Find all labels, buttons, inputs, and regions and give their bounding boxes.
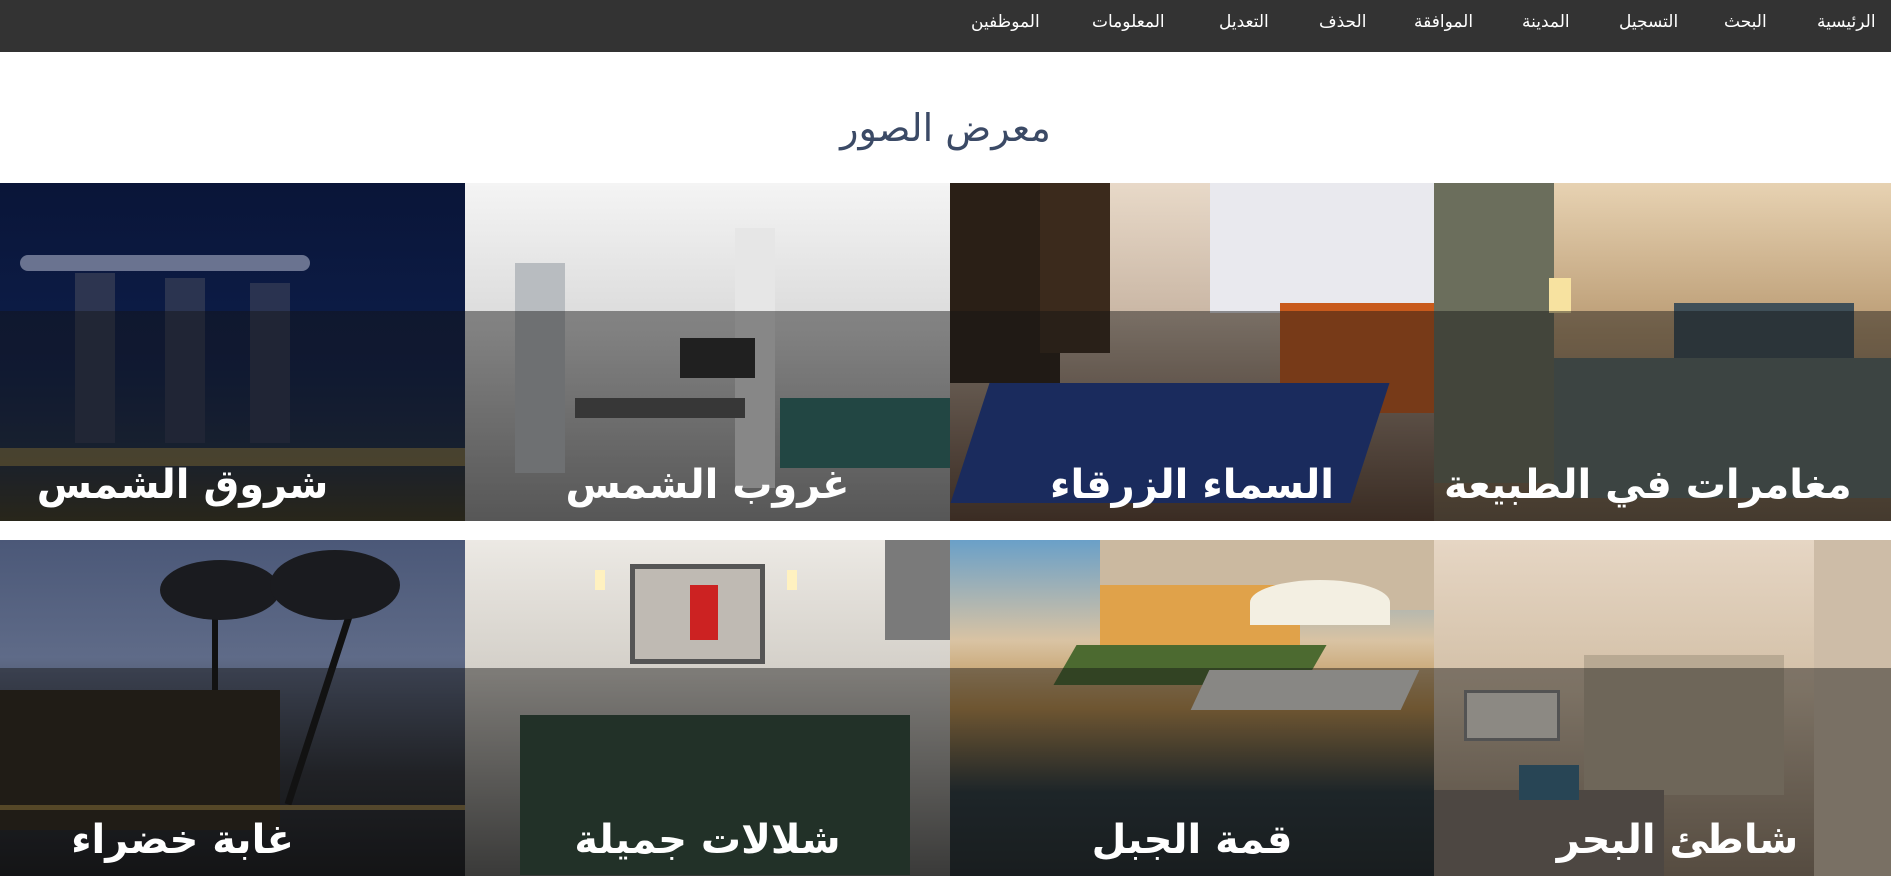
- tile-caption: شروق الشمس: [36, 462, 329, 508]
- page-title: معرض الصور: [840, 106, 1051, 150]
- gallery-tile-blue-sky[interactable]: السماء الزرقاء: [950, 183, 1434, 521]
- nav-link-city[interactable]: المدينة: [1522, 10, 1570, 34]
- tile-caption: السماء الزرقاء: [1050, 462, 1334, 508]
- nav-link-register[interactable]: التسجيل: [1619, 10, 1678, 34]
- nav-link-search[interactable]: البحث: [1724, 10, 1767, 34]
- nav-link-employees[interactable]: الموظفين: [971, 10, 1040, 34]
- nav-link-home[interactable]: الرئيسية: [1817, 10, 1876, 34]
- gallery-tile-seashore[interactable]: شاطئ البحر: [1434, 540, 1891, 876]
- gallery-tile-sunset[interactable]: غروب الشمس: [465, 183, 950, 521]
- tile-caption: غروب الشمس: [565, 462, 850, 508]
- top-navbar: الرئيسية البحث التسجيل المدينة الموافقة …: [0, 0, 1891, 52]
- gallery-tile-beautiful-waterfalls[interactable]: شلالات جميلة: [465, 540, 950, 876]
- nav-link-edit[interactable]: التعديل: [1219, 10, 1269, 34]
- tile-caption: قمة الجبل: [1091, 817, 1293, 863]
- nav-link-approval[interactable]: الموافقة: [1414, 10, 1473, 34]
- tile-caption: شاطئ البحر: [1556, 817, 1799, 863]
- nav-link-delete[interactable]: الحذف: [1319, 10, 1366, 34]
- gallery-tile-sunrise[interactable]: شروق الشمس: [0, 183, 465, 521]
- nav-link-info[interactable]: المعلومات: [1092, 10, 1165, 34]
- tile-caption: مغامرات في الطبيعة: [1444, 462, 1852, 508]
- gallery-tile-mountain-peak[interactable]: قمة الجبل: [950, 540, 1434, 876]
- gallery-tile-green-forest[interactable]: غابة خضراء: [0, 540, 465, 876]
- tile-caption: غابة خضراء: [71, 817, 294, 863]
- tile-caption: شلالات جميلة: [574, 817, 841, 863]
- gallery-tile-nature-adventures[interactable]: مغامرات في الطبيعة: [1434, 183, 1891, 521]
